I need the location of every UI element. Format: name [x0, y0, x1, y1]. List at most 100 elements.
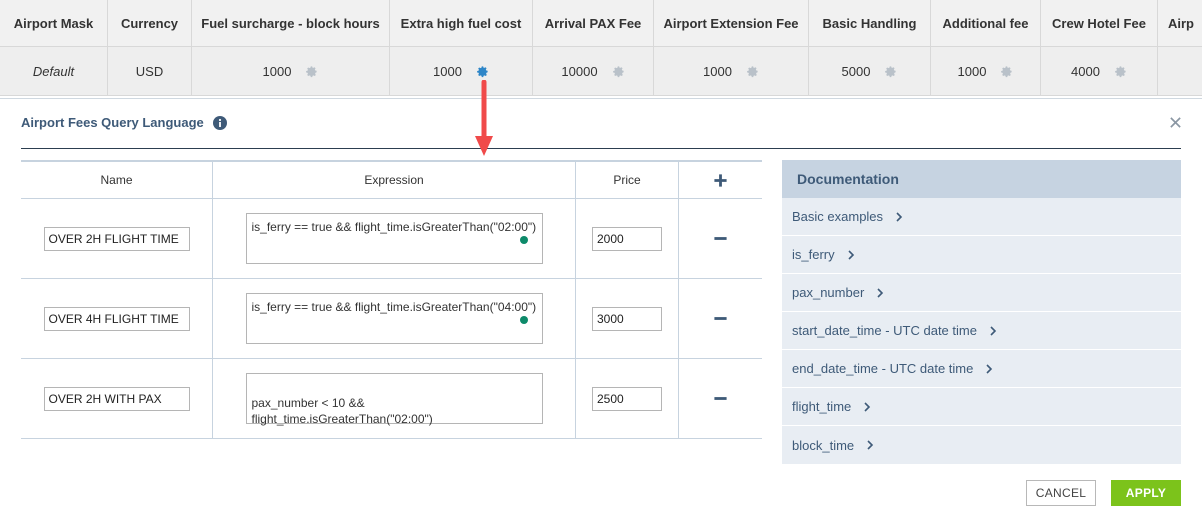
doc-item-label: pax_number — [792, 285, 865, 300]
doc-item-label: start_date_time - UTC date time — [792, 323, 977, 338]
gear-icon[interactable] — [884, 65, 897, 78]
header-basic-handling[interactable]: Basic Handling — [809, 0, 931, 46]
rule-name-cell — [21, 199, 213, 278]
chevron-right-icon — [863, 401, 871, 412]
cell-value: 5000 — [841, 63, 871, 79]
column-expression: Expression — [213, 162, 576, 198]
rule-actions-cell — [679, 199, 762, 278]
cell-truncated — [1158, 47, 1202, 95]
rule-price-cell — [576, 199, 679, 278]
cell-airport-extension: 1000 — [654, 47, 809, 95]
close-icon[interactable] — [1168, 115, 1182, 129]
doc-item-block-time[interactable]: block_time — [782, 426, 1181, 464]
minus-icon[interactable] — [712, 310, 730, 328]
documentation-title: Documentation — [782, 160, 1181, 198]
rule-expression-text: is_ferry == true && flight_time.isGreate… — [251, 300, 537, 314]
cell-value: 1000 — [703, 63, 732, 79]
doc-item-flight-time[interactable]: flight_time — [782, 388, 1181, 426]
gear-icon[interactable] — [746, 65, 759, 78]
doc-item-is-ferry[interactable]: is_ferry — [782, 236, 1181, 274]
header-crew-hotel[interactable]: Crew Hotel Fee — [1041, 0, 1158, 46]
dialog-title-text: Airport Fees Query Language — [21, 115, 204, 130]
chevron-right-icon — [866, 440, 874, 450]
doc-item-pax-number[interactable]: pax_number — [782, 274, 1181, 312]
gear-icon[interactable] — [1114, 65, 1127, 78]
rule-price-input[interactable] — [592, 386, 662, 411]
column-name: Name — [21, 162, 213, 198]
cell-extra-high-fuel: 1000 — [390, 47, 533, 95]
gear-icon-active[interactable] — [476, 65, 489, 78]
rule-name-input[interactable] — [43, 226, 190, 251]
info-icon[interactable] — [212, 115, 227, 130]
rule-row: is_ferry == true && flight_time.isGreate… — [21, 279, 762, 359]
cell-fuel-surcharge: 1000 — [192, 47, 390, 95]
rule-price-input[interactable] — [592, 306, 662, 331]
doc-item-end-date-time[interactable]: end_date_time - UTC date time — [782, 350, 1181, 388]
valid-status-dot — [519, 236, 528, 244]
cell-value: 1000 — [957, 63, 987, 79]
chevron-right-icon — [876, 287, 884, 298]
header-currency[interactable]: Currency — [108, 0, 192, 46]
chevron-right-icon — [989, 325, 997, 336]
cell-additional-fee: 1000 — [931, 47, 1041, 95]
fees-query-dialog: Airport Fees Query Language Name Express… — [0, 98, 1202, 526]
cancel-button[interactable]: CANCEL — [1026, 480, 1096, 506]
cell-value: 1000 — [262, 63, 292, 79]
cell-value: 4000 — [1071, 63, 1100, 79]
rule-name-cell — [21, 279, 213, 358]
gear-icon[interactable] — [305, 65, 318, 78]
cell-currency: USD — [108, 47, 192, 95]
rule-row: pax_number < 10 && flight_time.isGreater… — [21, 359, 762, 439]
doc-item-label: Basic examples — [792, 209, 884, 224]
rule-price-cell — [576, 359, 679, 438]
rules-table: Name Expression Price is_ferry == true &… — [21, 160, 762, 439]
rule-expression-text: pax_number < 10 && flight_time.isGreater… — [251, 396, 433, 426]
plus-icon[interactable] — [712, 171, 730, 189]
rule-name-input[interactable] — [43, 386, 190, 411]
chevron-right-icon — [895, 211, 903, 222]
doc-item-label: is_ferry — [792, 247, 835, 262]
rule-expression-input[interactable]: is_ferry == true && flight_time.isGreate… — [245, 293, 543, 344]
dialog-title: Airport Fees Query Language — [21, 115, 227, 130]
rule-expression-input[interactable]: is_ferry == true && flight_time.isGreate… — [245, 213, 543, 264]
rule-expression-input[interactable]: pax_number < 10 && flight_time.isGreater… — [245, 373, 543, 426]
cell-arrival-pax: 10000 — [533, 47, 654, 95]
airport-fees-table: Airport Mask Currency Fuel surcharge - b… — [0, 0, 1202, 96]
doc-item-label: end_date_time - UTC date time — [792, 361, 974, 376]
chevron-right-icon — [985, 363, 993, 374]
cell-crew-hotel: 4000 — [1041, 47, 1158, 95]
header-airport-extension[interactable]: Airport Extension Fee — [654, 0, 809, 46]
doc-item-label: block_time — [792, 437, 855, 453]
title-divider — [21, 148, 1181, 149]
doc-item-basic-examples[interactable]: Basic examples — [782, 198, 1181, 236]
chevron-right-icon — [847, 249, 855, 260]
rule-actions-cell — [679, 279, 762, 358]
apply-button[interactable]: APPLY — [1111, 480, 1181, 506]
gear-icon[interactable] — [612, 65, 625, 78]
rule-price-cell — [576, 279, 679, 358]
rule-actions-cell — [679, 359, 762, 438]
header-airport-mask[interactable]: Airport Mask — [0, 0, 108, 46]
doc-item-start-date-time[interactable]: start_date_time - UTC date time — [782, 312, 1181, 350]
header-additional-fee[interactable]: Additional fee — [931, 0, 1041, 46]
gear-icon[interactable] — [1000, 65, 1013, 78]
column-actions — [679, 162, 762, 198]
rules-table-header: Name Expression Price — [21, 162, 762, 199]
minus-icon[interactable] — [712, 230, 730, 248]
rule-row: is_ferry == true && flight_time.isGreate… — [21, 199, 762, 279]
valid-status-dot — [519, 316, 528, 324]
cell-basic-handling: 5000 — [809, 47, 931, 95]
cell-value: 10000 — [561, 63, 598, 79]
rule-price-input[interactable] — [592, 226, 662, 251]
header-truncated[interactable]: Airp — [1158, 0, 1202, 46]
rule-name-cell — [21, 359, 213, 438]
rule-name-input[interactable] — [43, 306, 190, 331]
minus-icon[interactable] — [712, 390, 730, 408]
header-extra-high-fuel[interactable]: Extra high fuel cost — [390, 0, 533, 46]
column-price: Price — [576, 162, 679, 198]
rule-expression-cell: is_ferry == true && flight_time.isGreate… — [213, 279, 576, 358]
header-fuel-surcharge[interactable]: Fuel surcharge - block hours — [192, 0, 390, 46]
header-arrival-pax[interactable]: Arrival PAX Fee — [533, 0, 654, 46]
documentation-panel: Documentation Basic examples is_ferry pa… — [782, 160, 1181, 464]
cell-value: 1000 — [433, 63, 462, 79]
